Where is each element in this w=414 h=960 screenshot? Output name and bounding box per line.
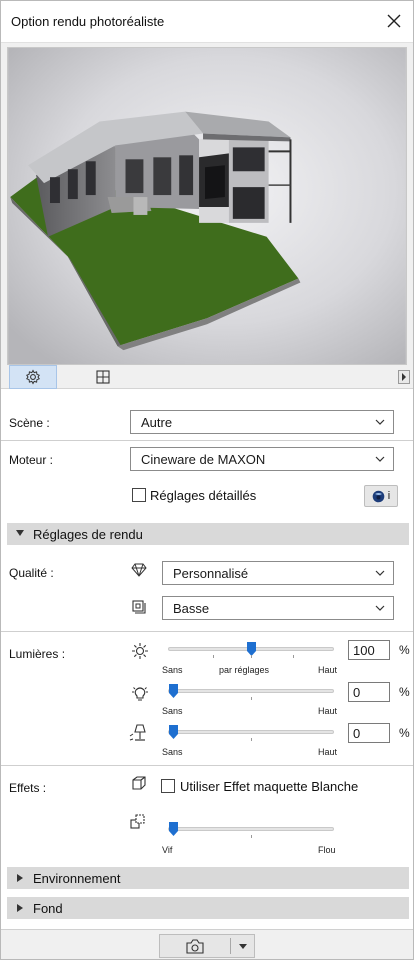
cinema4d-icon — [372, 490, 385, 502]
scene-select[interactable]: Autre — [130, 410, 394, 434]
slider-min-label: Vif — [162, 845, 173, 855]
blur-icon — [130, 814, 145, 829]
percent-unit: % — [399, 685, 410, 699]
slider-tick — [251, 655, 252, 658]
environment-header[interactable]: Environnement — [7, 867, 409, 889]
tab-image-size[interactable] — [79, 365, 127, 389]
lamp-icon — [129, 724, 146, 741]
scene-value: Autre — [141, 415, 173, 430]
triangle-right-icon — [17, 874, 23, 882]
render-button[interactable] — [160, 935, 230, 957]
divider — [1, 440, 413, 441]
render-button-group — [159, 934, 255, 958]
bulb-icon — [132, 687, 148, 701]
close-icon[interactable] — [383, 10, 405, 32]
light-bulb-value-input[interactable]: 0 — [348, 682, 390, 702]
background-header[interactable]: Fond — [7, 897, 409, 919]
slider-tick — [293, 655, 294, 658]
chevron-down-icon — [375, 570, 385, 576]
render-settings-window: Option rendu photoréaliste Scène: Autre… — [0, 0, 414, 960]
render-settings-header[interactable]: Réglages de rendu — [7, 523, 409, 545]
light-lamp-value-input[interactable]: 0 — [348, 723, 390, 743]
slider-max-label: Flou — [318, 845, 336, 855]
chevron-right-icon — [402, 373, 406, 381]
percent-unit: % — [399, 726, 410, 740]
render-quality-icon — [132, 600, 146, 614]
tab-scroll-right-button[interactable] — [398, 370, 410, 384]
environment-title: Environnement — [33, 871, 121, 886]
render-options-dropdown[interactable] — [231, 935, 255, 957]
white-model-label: Utiliser Effet maquette Blanche — [180, 779, 359, 794]
engine-label: Moteur : — [9, 453, 54, 467]
slider-tick — [251, 738, 252, 741]
lights-label: Lumières : — [9, 647, 66, 661]
bottom-toolbar — [1, 929, 413, 959]
divider — [1, 765, 413, 766]
settings-panel: Scène : Autre Moteur : Cineware de MAXON… — [1, 389, 413, 929]
chevron-down-icon — [375, 456, 385, 462]
slider-max-label: Haut — [318, 706, 338, 716]
effect-blur-slider[interactable] — [168, 827, 334, 831]
cube-icon — [132, 776, 146, 790]
chevron-down-icon — [375, 605, 385, 611]
quality-level-select[interactable]: Basse — [162, 596, 394, 620]
light-bulb-slider-thumb[interactable] — [169, 684, 178, 698]
slider-max-label: Haut — [318, 747, 338, 757]
engine-value: Cineware de MAXON — [141, 452, 266, 467]
engine-info-button[interactable]: i — [364, 485, 398, 507]
window-title: Option rendu photoréaliste — [11, 14, 165, 29]
triangle-right-icon — [17, 904, 23, 912]
slider-min-label: Sans — [162, 706, 183, 716]
background-title: Fond — [33, 901, 63, 916]
gear-icon — [26, 369, 40, 385]
sun-icon — [132, 643, 148, 659]
info-icon: i — [387, 490, 391, 502]
quality-label: Qualité : — [9, 566, 54, 580]
triangle-down-icon — [16, 530, 24, 536]
detailed-settings-label: Réglages détaillés — [150, 488, 257, 503]
detailed-settings-checkbox[interactable] — [132, 488, 146, 502]
slider-min-label: Sans — [162, 747, 183, 757]
quality-preset-select[interactable]: Personnalisé — [162, 561, 394, 585]
size-frame-icon — [96, 370, 110, 384]
divider — [1, 631, 413, 632]
light-lamp-slider-thumb[interactable] — [169, 725, 178, 739]
settings-tab-bar — [1, 365, 413, 389]
effect-blur-slider-thumb[interactable] — [169, 822, 178, 836]
slider-tick — [251, 697, 252, 700]
tab-render-settings[interactable] — [9, 365, 57, 389]
quality-level-value: Basse — [173, 601, 210, 616]
quality-preset-value: Personnalisé — [173, 566, 249, 581]
light-sun-value-input[interactable]: 100 — [348, 640, 390, 660]
chevron-down-icon — [239, 943, 247, 949]
engine-select[interactable]: Cineware de MAXON — [130, 447, 394, 471]
slider-tick — [251, 835, 252, 838]
light-bulb-slider[interactable] — [168, 689, 334, 693]
light-lamp-slider[interactable] — [168, 730, 334, 734]
slider-tick — [213, 655, 214, 658]
white-model-checkbox[interactable] — [161, 779, 175, 793]
effects-label: Effets : — [9, 781, 47, 795]
camera-icon — [186, 938, 204, 954]
title-bar: Option rendu photoréaliste — [1, 1, 413, 43]
light-sun-slider-thumb[interactable] — [247, 642, 256, 656]
render-preview — [7, 47, 407, 365]
scene-label: Scène : — [9, 416, 50, 430]
slider-max-label: Haut — [318, 665, 338, 675]
render-settings-title: Réglages de rendu — [33, 527, 143, 542]
chevron-down-icon — [375, 419, 385, 425]
slider-mid-label: par réglages — [219, 665, 270, 675]
diamond-icon — [131, 563, 147, 577]
slider-min-label: Sans — [162, 665, 183, 675]
percent-unit: % — [399, 643, 410, 657]
